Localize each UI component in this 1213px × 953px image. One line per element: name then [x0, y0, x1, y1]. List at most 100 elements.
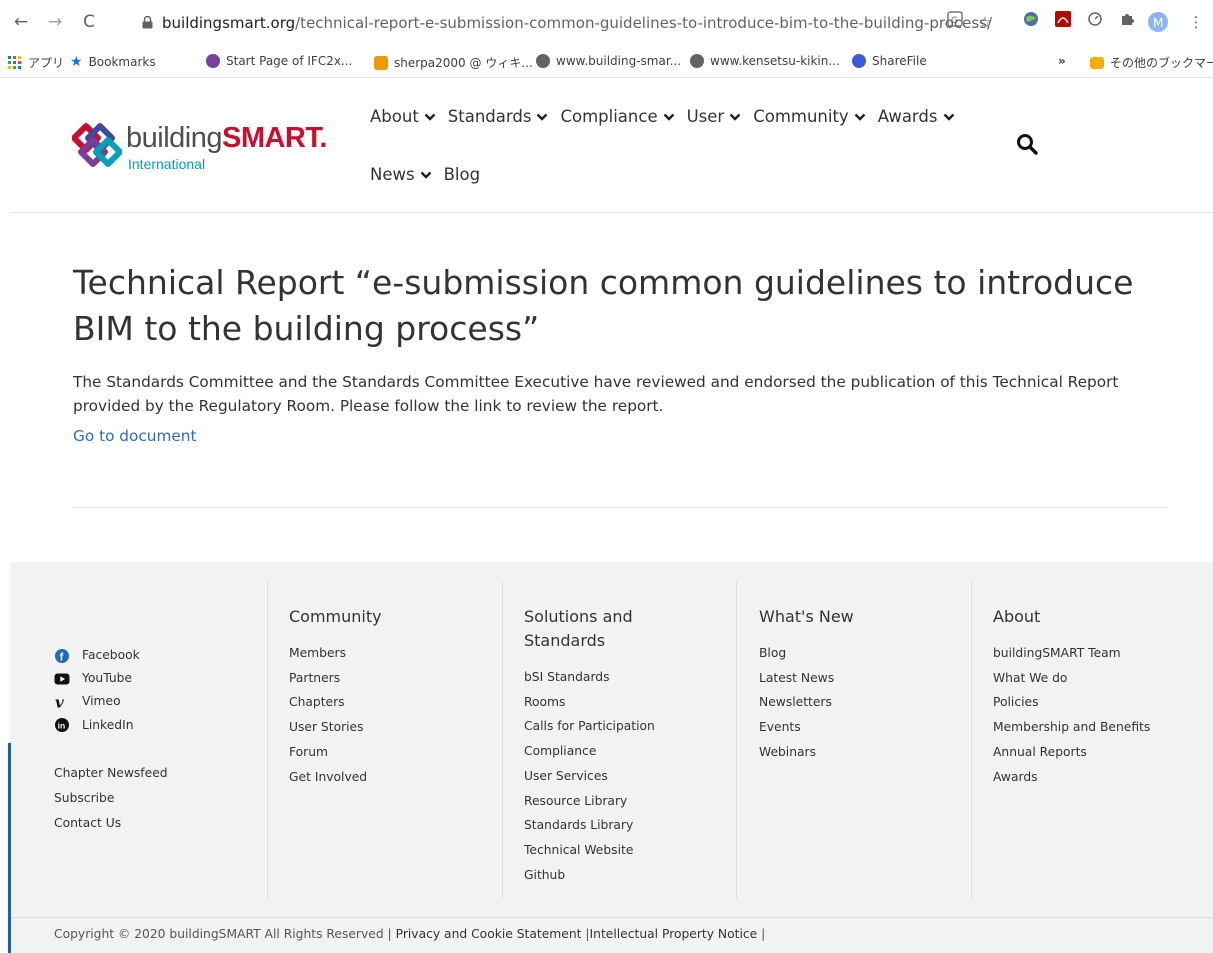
footer-link[interactable]: Membership and Benefits	[993, 715, 1203, 740]
footer-link[interactable]: Newsletters	[759, 690, 959, 715]
nav-item-blog[interactable]: Blog	[444, 165, 480, 184]
nav-row-primary: About Standards Compliance User Community Awa…	[370, 107, 955, 126]
footer-link[interactable]: What We do	[993, 666, 1203, 691]
speed-dial-icon[interactable]	[1084, 11, 1106, 33]
footer-link[interactable]: User Stories	[289, 715, 489, 740]
go-to-document-link[interactable]: Go to document	[73, 427, 196, 445]
bookmark-kensetsu[interactable]: www.kensetsu-kikin...	[690, 54, 840, 68]
privacy-link[interactable]: Privacy and Cookie Statement	[396, 927, 582, 941]
nav-item-standards[interactable]: Standards	[448, 107, 549, 126]
article-body: The Standards Committee and the Standard…	[73, 373, 1119, 415]
footer-link[interactable]: Forum	[289, 740, 489, 765]
footer-link[interactable]: Awards	[993, 765, 1203, 790]
nav-item-awards[interactable]: Awards	[878, 107, 955, 126]
bookmark-building-smart[interactable]: www.building-smar...	[536, 54, 681, 68]
footer-link[interactable]: Get Involved	[289, 765, 489, 790]
nav-item-community[interactable]: Community	[753, 107, 866, 126]
social-vimeo[interactable]: v Vimeo	[54, 690, 140, 713]
footer-column-heading: Solutions and Standards	[524, 607, 633, 650]
logo-smart: SMART	[221, 122, 320, 154]
vimeo-icon: v	[55, 694, 64, 710]
buildingsmart-logo[interactable]: buildingSMART. International	[72, 118, 352, 178]
footer-column-whats-new: What's New Blog Latest News Newsletters Eve…	[759, 582, 959, 898]
footer-link[interactable]: Subscribe	[54, 786, 168, 811]
youtube-icon	[54, 673, 70, 685]
nav-row-secondary: News Blog	[370, 165, 480, 184]
bookmarks-overflow-button[interactable]: »	[1058, 54, 1066, 68]
copyright-text: Copyright © 2020 buildingSMART All Right…	[54, 927, 392, 941]
footer-link[interactable]: Chapters	[289, 690, 489, 715]
footer-link[interactable]: Technical Website	[524, 838, 724, 863]
footer-link[interactable]: Contact Us	[54, 811, 168, 836]
bookmark-sherpa2000[interactable]: sherpa2000 @ ウィキ...	[374, 54, 533, 71]
globe-extension-icon[interactable]	[1020, 11, 1042, 33]
profile-avatar[interactable]: M	[1147, 11, 1169, 33]
social-links: f Facebook YouTube v Vimeo in LinkedIn	[54, 644, 140, 737]
back-button[interactable]: ←	[10, 11, 32, 33]
footer-link[interactable]: Github	[524, 863, 724, 888]
footer-link[interactable]: Blog	[759, 641, 959, 666]
footer-link[interactable]: Partners	[289, 666, 489, 691]
url-domain: buildingsmart.org	[162, 14, 296, 32]
browser-toolbar: ← → C buildingsmart.org/technical-report…	[0, 0, 1213, 48]
copyright-bar: Copyright © 2020 buildingSMART All Right…	[10, 917, 1213, 953]
address-bar[interactable]: buildingsmart.org/technical-report-e-sub…	[120, 8, 1010, 38]
footer-column-list: Blog Latest News Newsletters Events Webinars	[759, 641, 959, 765]
nav-item-user[interactable]: User	[687, 107, 742, 126]
ip-notice-link[interactable]: Intellectual Property Notice	[590, 927, 758, 941]
social-facebook[interactable]: f Facebook	[54, 644, 140, 667]
footer-link[interactable]: Standards Library	[524, 813, 724, 838]
footer-link[interactable]: buildingSMART Team	[993, 641, 1203, 666]
nav-item-label: Awards	[877, 107, 938, 126]
site-favicon-icon	[374, 55, 388, 70]
footer-link[interactable]: bSI Standards	[524, 665, 724, 690]
facebook-icon: f	[55, 648, 69, 663]
reload-button[interactable]: C	[78, 11, 100, 33]
svg-text:v: v	[55, 694, 64, 710]
footer-divider	[267, 582, 268, 898]
logo-subtitle: International	[128, 156, 206, 172]
site-header: buildingSMART. International About Standa…	[10, 78, 1213, 213]
chevron-down-icon	[537, 113, 548, 121]
bookmark-bookmarks[interactable]: ★ Bookmarks	[70, 54, 156, 70]
other-bookmarks-folder[interactable]: その他のブックマーク	[1090, 54, 1213, 71]
footer-link[interactable]: Annual Reports	[993, 740, 1203, 765]
translate-icon[interactable]: G	[944, 11, 966, 33]
pdf-extension-icon[interactable]	[1052, 11, 1074, 33]
footer-link[interactable]: Rooms	[524, 690, 724, 715]
footer-left-links: Chapter Newsfeed Subscribe Contact Us	[54, 761, 168, 835]
nav-item-label: Community	[753, 107, 849, 126]
social-youtube[interactable]: YouTube	[54, 667, 140, 690]
nav-item-news[interactable]: News	[370, 165, 432, 184]
footer-column-solutions: Solutions and Standards bSI Standards Roo…	[524, 582, 724, 898]
logo-wordmark: buildingSMART.	[126, 122, 327, 155]
page-title: Technical Report “e-submission common gu…	[73, 263, 1134, 348]
footer-link[interactable]: Resource Library	[524, 789, 724, 814]
star-bookmark-icon[interactable]: ☆	[974, 11, 996, 33]
extensions-puzzle-icon[interactable]	[1116, 11, 1138, 33]
footer-link[interactable]: Chapter Newsfeed	[54, 761, 168, 786]
footer-link[interactable]: User Services	[524, 764, 724, 789]
footer-link[interactable]: Calls for Participation	[524, 714, 724, 739]
search-icon[interactable]	[1016, 133, 1038, 155]
footer-link[interactable]: Members	[289, 641, 489, 666]
nav-item-compliance[interactable]: Compliance	[560, 107, 674, 126]
footer-link[interactable]: Latest News	[759, 666, 959, 691]
buildingsmart-mark-icon	[72, 123, 122, 167]
footer-link[interactable]: Compliance	[524, 739, 724, 764]
bookmark-apps[interactable]: アプリ	[8, 54, 64, 71]
footer-divider	[971, 582, 972, 898]
bookmark-label: www.kensetsu-kikin...	[710, 54, 840, 68]
chevron-down-icon	[420, 171, 431, 179]
menu-kebab-icon[interactable]: ⋮	[1185, 11, 1207, 33]
footer-link[interactable]: Webinars	[759, 740, 959, 765]
footer-link[interactable]: Events	[759, 715, 959, 740]
footer-link[interactable]: Policies	[993, 690, 1203, 715]
footer-column-about: About buildingSMART Team What We do Polici…	[993, 582, 1203, 898]
logo-building: building	[126, 122, 222, 154]
social-linkedin[interactable]: in LinkedIn	[54, 714, 140, 737]
bookmark-sharefile[interactable]: ShareFile	[852, 54, 927, 68]
forward-button[interactable]: →	[44, 11, 66, 33]
bookmark-ifc2x[interactable]: Start Page of IFC2x...	[206, 54, 352, 68]
nav-item-about[interactable]: About	[370, 107, 436, 126]
